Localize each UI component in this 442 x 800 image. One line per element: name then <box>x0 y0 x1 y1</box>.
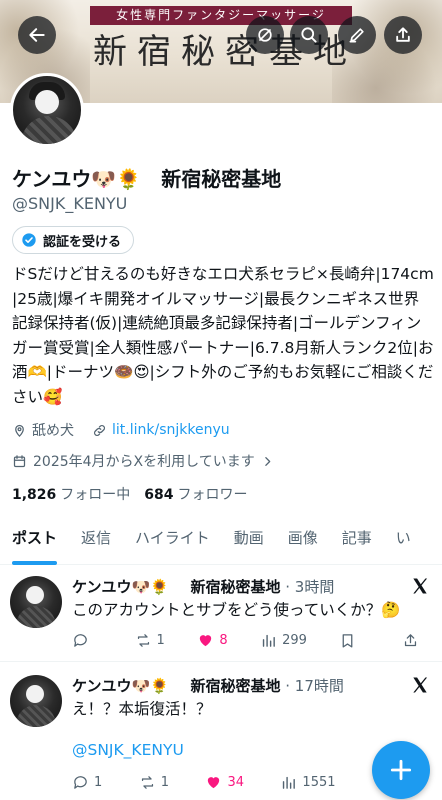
post-avatar[interactable] <box>10 675 62 727</box>
like-button[interactable]: 8 <box>197 632 228 649</box>
pencil-icon <box>349 28 364 43</box>
post-time: · 3時間 <box>285 578 335 596</box>
post-text: え！？本垢復活！？ <box>72 700 212 718</box>
share-button[interactable] <box>384 16 422 54</box>
post-mention-link[interactable]: @SNJK_KENYU <box>72 741 184 759</box>
get-verified-button[interactable]: 認証を受ける <box>12 226 135 254</box>
avatar-body-shape <box>16 606 56 628</box>
joined-text: 2025年4月からXを利用しています <box>33 454 255 470</box>
followers-label: フォロワー <box>177 487 248 503</box>
views-count: 299 <box>282 633 307 648</box>
post-header: ケンユウ🐶🌻 新宿秘密基地 · 3時間 <box>72 576 334 597</box>
tab-images[interactable]: 画像 <box>276 515 330 565</box>
verified-badge-icon <box>22 233 36 247</box>
reply-button[interactable]: 1 <box>72 774 102 791</box>
tab-likes[interactable]: い <box>384 515 423 565</box>
like-button[interactable]: 34 <box>205 774 244 791</box>
views-icon <box>262 634 275 647</box>
reply-button[interactable] <box>72 632 102 649</box>
search-icon <box>301 27 317 43</box>
avatar-face-shape <box>35 90 59 114</box>
avatar-body-shape <box>21 116 77 144</box>
post-author-org[interactable]: 新宿秘密基地 <box>190 578 280 596</box>
tab-videos[interactable]: 動画 <box>222 515 276 565</box>
profile-handle: @SNJK_KENYU <box>12 194 128 213</box>
post-author-name[interactable]: ケンユウ🐶🌻 <box>72 578 169 596</box>
reply-icon <box>74 634 87 647</box>
post-text: このアカウントとサブをどう使っていくか？🤔 <box>72 601 401 619</box>
x-logo-icon <box>413 677 428 693</box>
grok-button[interactable] <box>246 16 284 54</box>
post-actions: 1 8 299 <box>72 632 432 649</box>
search-button[interactable] <box>290 16 328 54</box>
joined-item[interactable]: 2025年4月からXを利用しています <box>12 451 274 471</box>
post-author-org[interactable]: 新宿秘密基地 <box>190 677 280 695</box>
repost-count: 1 <box>160 775 169 790</box>
views-count: 1551 <box>302 775 336 790</box>
edit-button[interactable] <box>338 16 376 54</box>
calendar-icon <box>13 454 26 467</box>
post-time: · 17時間 <box>285 677 344 695</box>
share-icon <box>396 27 410 42</box>
location-text: 舐め犬 <box>32 423 74 439</box>
profile-bio: ドSだけど甘えるのも好きなエロ犬系セラピ×長崎弁|174cm|25歳|爆イキ開発… <box>12 265 434 406</box>
compose-post-button[interactable] <box>372 741 430 799</box>
post-avatar[interactable] <box>10 576 62 628</box>
post-header: ケンユウ🐶🌻 新宿秘密基地 · 17時間 <box>72 675 344 696</box>
repost-icon <box>141 776 153 789</box>
following-link[interactable]: 1,826 フォロー中 <box>12 484 130 504</box>
views-icon <box>283 776 296 789</box>
link-icon <box>94 424 105 436</box>
plus-icon <box>390 759 412 781</box>
website-item[interactable]: lit.link/snjkkenyu <box>92 422 230 438</box>
heart-icon <box>208 777 220 789</box>
views-button[interactable]: 1551 <box>280 774 336 791</box>
avatar-body-shape <box>16 705 56 727</box>
get-verified-label: 認証を受ける <box>43 234 122 250</box>
tab-articles[interactable]: 記事 <box>330 515 384 565</box>
x-logo-icon <box>413 578 428 594</box>
avatar-face-shape <box>26 586 44 604</box>
post-item[interactable]: ケンユウ🐶🌻 新宿秘密基地 · 3時間 このアカウントとサブをどう使っていくか？… <box>0 566 442 662</box>
follow-counts: 1,826 フォロー中 684 フォロワー <box>12 484 248 504</box>
share-icon <box>404 634 417 647</box>
share-post-button[interactable] <box>402 632 432 649</box>
profile-name: ケンユウ🐶🌻 新宿秘密基地 <box>12 167 282 191</box>
post-author-name[interactable]: ケンユウ🐶🌻 <box>72 677 169 695</box>
arrow-left-icon <box>29 28 45 42</box>
location-pin-icon <box>15 424 24 437</box>
bookmark-button[interactable] <box>339 632 369 649</box>
repost-button[interactable]: 1 <box>135 632 165 649</box>
profile-meta-row: 舐め犬 lit.link/snjkkenyu <box>12 420 230 440</box>
reply-count: 1 <box>94 775 103 790</box>
followers-link[interactable]: 684 フォロワー <box>144 484 247 504</box>
grok-icon <box>258 28 272 42</box>
tab-replies[interactable]: 返信 <box>69 515 123 565</box>
following-label: フォロー中 <box>60 487 131 503</box>
views-button[interactable]: 299 <box>260 632 307 649</box>
following-count: 1,826 <box>12 487 57 503</box>
location-item: 舐め犬 <box>12 420 74 440</box>
reply-icon <box>74 776 87 789</box>
profile-tabs: ポスト 返信 ハイライト 動画 画像 記事 い <box>0 515 442 565</box>
avatar-face-shape <box>26 685 44 703</box>
back-button[interactable] <box>18 16 56 54</box>
like-count: 8 <box>219 633 228 648</box>
website-link[interactable]: lit.link/snjkkenyu <box>112 422 230 438</box>
heart-icon <box>200 635 212 647</box>
tab-posts[interactable]: ポスト <box>0 515 69 565</box>
like-count: 34 <box>227 775 244 790</box>
profile-avatar[interactable] <box>10 73 84 147</box>
repost-count: 1 <box>156 633 165 648</box>
repost-button[interactable]: 1 <box>139 774 169 791</box>
repost-icon <box>137 634 149 647</box>
bookmark-icon <box>343 634 353 648</box>
chevron-right-icon <box>264 456 271 466</box>
followers-count: 684 <box>144 487 174 503</box>
tab-highlights[interactable]: ハイライト <box>123 515 222 565</box>
